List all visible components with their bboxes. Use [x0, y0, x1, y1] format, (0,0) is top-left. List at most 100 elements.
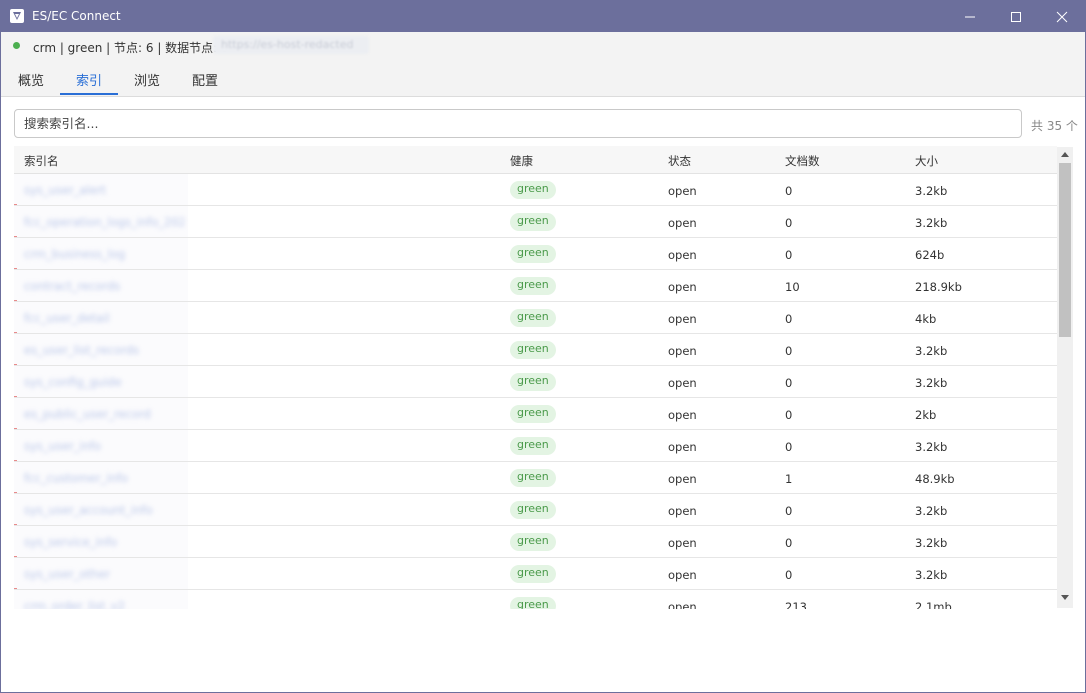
index-size: 2.1mb	[915, 600, 952, 609]
tab-overview[interactable]: 概览	[18, 70, 44, 89]
index-size: 218.9kb	[915, 280, 962, 294]
row-marker	[14, 492, 17, 493]
index-name-link[interactable]: contract_records	[24, 279, 184, 293]
index-status: open	[668, 248, 697, 262]
health-badge: green	[510, 373, 556, 391]
health-badge: green	[510, 181, 556, 199]
health-badge: green	[510, 565, 556, 583]
index-name-link[interactable]: sys_user_account_info	[24, 503, 184, 517]
index-status: open	[668, 472, 697, 486]
index-name-link[interactable]: crm_business_log	[24, 247, 184, 261]
index-name-link[interactable]: es_user_list_records	[24, 343, 184, 357]
health-badge: green	[510, 501, 556, 519]
scrollbar-thumb[interactable]	[1059, 163, 1071, 337]
index-name-link[interactable]: fcc_customer_info	[24, 471, 184, 485]
table-row[interactable]: fcc_operation_logs_info_2024 green open 0 3.…	[14, 206, 1057, 238]
column-header-size[interactable]: 大小	[915, 153, 938, 169]
index-status: open	[668, 408, 697, 422]
row-marker	[14, 460, 17, 461]
table-row[interactable]: sys_user_info green open 0 3.2kb	[14, 430, 1057, 462]
table-row[interactable]: contract_records green open 10 218.9kb	[14, 270, 1057, 302]
health-badge: green	[510, 405, 556, 423]
table-row[interactable]: sys_user_account_info green open 0 3.2kb	[14, 494, 1057, 526]
index-size: 48.9kb	[915, 472, 955, 486]
minimize-icon	[965, 16, 975, 18]
health-badge: green	[510, 341, 556, 359]
app-window: ES/EC Connect crm | green | 节点: 6 | 数据节点…	[0, 0, 1086, 693]
health-badge: green	[510, 437, 556, 455]
doc-count: 1	[785, 472, 793, 486]
cluster-status-text: crm | green | 节点: 6 | 数据节点: 3	[33, 41, 229, 55]
index-name-link[interactable]: sys_config_guide	[24, 375, 184, 389]
row-marker	[14, 268, 17, 269]
column-header-status[interactable]: 状态	[668, 153, 691, 169]
column-header-health[interactable]: 健康	[510, 153, 533, 169]
index-name-link[interactable]: sys_service_info	[24, 535, 184, 549]
index-size: 2kb	[915, 408, 937, 422]
index-name-link[interactable]: fcc_user_detail	[24, 311, 184, 325]
health-badge: green	[510, 245, 556, 263]
index-name-link[interactable]: crm_order_list_v2	[24, 599, 184, 609]
table-scrollbar[interactable]	[1057, 147, 1073, 608]
row-marker	[14, 236, 17, 237]
table-row[interactable]: es_public_user_record green open 0 2kb	[14, 398, 1057, 430]
index-size: 624b	[915, 248, 945, 262]
main-tabs: 概览 索引 浏览 配置	[1, 60, 1085, 97]
maximize-button[interactable]	[993, 1, 1039, 32]
table-row[interactable]: sys_user_alert green open 0 3.2kb	[14, 174, 1057, 206]
table-row[interactable]: es_user_list_records green open 0 3.2kb	[14, 334, 1057, 366]
table-row[interactable]: sys_user_other green open 0 3.2kb	[14, 558, 1057, 590]
window-title: ES/EC Connect	[32, 9, 121, 23]
scroll-down-arrow-icon[interactable]	[1061, 595, 1069, 601]
index-search-input[interactable]	[24, 116, 1004, 131]
index-total-count: 共 35 个	[1031, 119, 1078, 133]
doc-count: 0	[785, 568, 793, 582]
index-name-link[interactable]: es_public_user_record	[24, 407, 184, 421]
close-button[interactable]	[1039, 1, 1085, 32]
index-size: 3.2kb	[915, 216, 948, 230]
table-row[interactable]: sys_service_info green open 0 3.2kb	[14, 526, 1057, 558]
connection-status-bar: crm | green | 节点: 6 | 数据节点: 3 https://es…	[1, 32, 1085, 60]
indices-table: 索引名 健康 状态 文档数 大小 sys_user_alert green open…	[14, 146, 1074, 609]
tab-indices[interactable]: 索引	[76, 70, 102, 89]
minimize-button[interactable]	[947, 1, 993, 32]
title-bar: ES/EC Connect	[1, 1, 1085, 32]
scroll-up-arrow-icon[interactable]	[1061, 151, 1069, 157]
index-name-link[interactable]: sys_user_info	[24, 439, 184, 453]
index-name-link[interactable]: sys_user_other	[24, 567, 184, 581]
health-badge: green	[510, 469, 556, 487]
index-status: open	[668, 536, 697, 550]
table-row[interactable]: fcc_user_detail green open 0 4kb	[14, 302, 1057, 334]
tab-settings[interactable]: 配置	[192, 70, 218, 89]
index-size: 3.2kb	[915, 504, 948, 518]
doc-count: 0	[785, 504, 793, 518]
health-badge: green	[510, 309, 556, 327]
table-row[interactable]: sys_config_guide green open 0 3.2kb	[14, 366, 1057, 398]
table-row[interactable]: crm_order_list_v2 green open 213 2.1mb	[14, 590, 1057, 609]
index-name-link[interactable]: fcc_operation_logs_info_2024	[24, 215, 184, 229]
index-size: 3.2kb	[915, 536, 948, 550]
index-status: open	[668, 376, 697, 390]
row-marker	[14, 332, 17, 333]
row-marker	[14, 204, 17, 205]
table-header: 索引名 健康 状态 文档数 大小	[14, 146, 1057, 174]
index-status: open	[668, 504, 697, 518]
index-name-link[interactable]: sys_user_alert	[24, 183, 184, 197]
table-row[interactable]: crm_business_log green open 0 624b	[14, 238, 1057, 270]
doc-count: 0	[785, 216, 793, 230]
table-row[interactable]: fcc_customer_info green open 1 48.9kb	[14, 462, 1057, 494]
health-badge: green	[510, 597, 556, 609]
health-status-dot	[13, 42, 20, 49]
doc-count: 10	[785, 280, 800, 294]
doc-count: 0	[785, 248, 793, 262]
index-size: 4kb	[915, 312, 937, 326]
index-search-box	[14, 109, 1022, 138]
doc-count: 0	[785, 184, 793, 198]
tab-browse[interactable]: 浏览	[134, 70, 160, 89]
close-icon	[1056, 11, 1068, 23]
column-header-name[interactable]: 索引名	[24, 153, 59, 169]
row-marker	[14, 396, 17, 397]
doc-count: 213	[785, 600, 807, 609]
row-marker	[14, 588, 17, 589]
column-header-docs[interactable]: 文档数	[785, 153, 820, 169]
